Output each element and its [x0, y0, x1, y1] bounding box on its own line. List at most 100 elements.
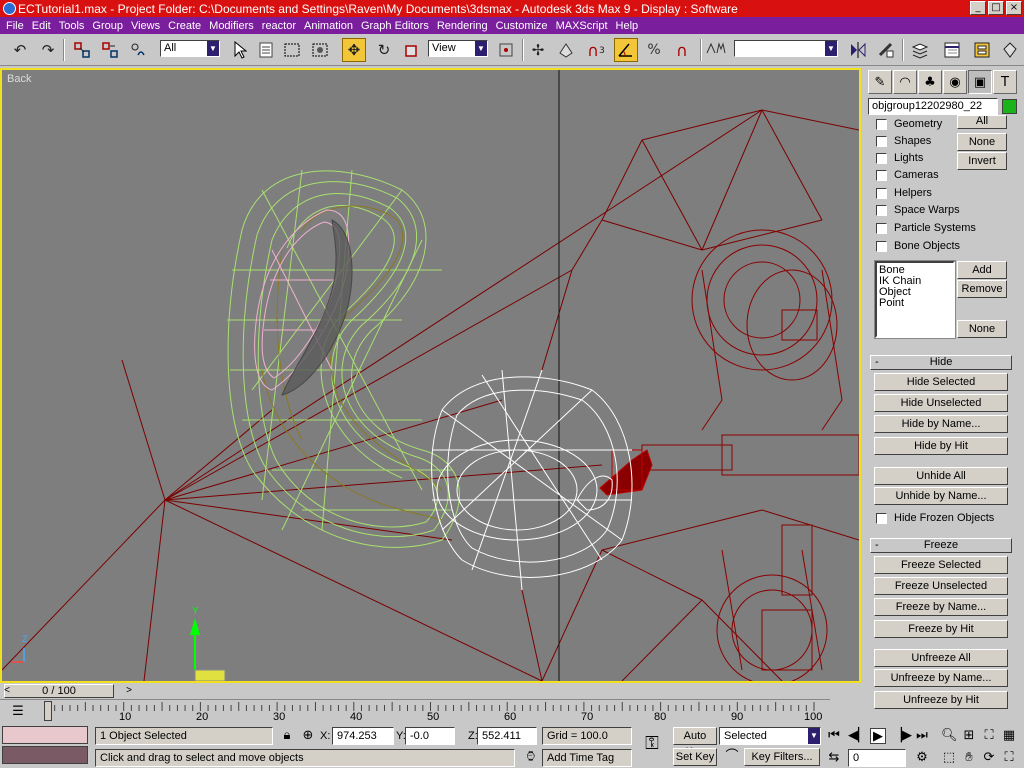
unhide-by-name-button[interactable]: Unhide by Name...	[874, 487, 1008, 505]
next-frame-arrow[interactable]: >	[122, 684, 136, 698]
time-tag-icon[interactable]: ⌚︎	[523, 750, 539, 766]
hide-rollout-header[interactable]: - Hide	[870, 355, 1012, 370]
absolute-mode-icon[interactable]: ⊕	[300, 728, 316, 744]
pan-view-icon[interactable]: ✋︎	[961, 750, 977, 766]
mini-curve-editor-icon[interactable]: ☰	[10, 704, 26, 720]
zoom-extents-icon[interactable]: ⛶	[981, 728, 997, 744]
arc-rotate-icon[interactable]: ⟳	[981, 750, 997, 766]
play-icon[interactable]: ▶	[870, 728, 886, 744]
menu-graph-editors[interactable]: Graph Editors	[357, 20, 433, 32]
track-bar[interactable]: ☰ 10 20 30 40 50 60 70 80 90 100	[0, 699, 830, 723]
category-particle-systems[interactable]: Particle Systems	[876, 220, 976, 236]
add-time-tag[interactable]: Add Time Tag	[542, 749, 632, 767]
time-marker[interactable]	[44, 701, 52, 721]
go-to-end-icon[interactable]: ⏭	[914, 728, 930, 744]
modify-tab-icon[interactable]: ◠	[893, 70, 917, 94]
select-and-manipulate-icon[interactable]: ✢	[526, 38, 550, 62]
checkbox[interactable]	[876, 152, 887, 164]
freeze-by-hit-button[interactable]: Freeze by Hit	[874, 620, 1008, 638]
list-none-button[interactable]: None	[957, 320, 1007, 338]
default-tangent-icon[interactable]: ⌒	[724, 749, 740, 765]
menu-views[interactable]: Views	[127, 20, 164, 32]
menu-maxscript[interactable]: MAXScript	[552, 20, 612, 32]
unfreeze-all-button[interactable]: Unfreeze All	[874, 649, 1008, 667]
link-icon[interactable]	[70, 38, 94, 62]
next-frame-icon[interactable]: ▕▶	[892, 728, 912, 744]
pivot-center-icon[interactable]	[494, 38, 518, 62]
freeze-unselected-button[interactable]: Freeze Unselected	[874, 577, 1008, 595]
hide-by-hit-button[interactable]: Hide by Hit	[874, 437, 1008, 455]
percent-snap-icon[interactable]: %	[642, 38, 666, 62]
category-helpers[interactable]: Helpers	[876, 185, 932, 201]
hide-by-name-button[interactable]: Hide by Name...	[874, 415, 1008, 433]
rectangle-selection-icon[interactable]	[280, 38, 304, 62]
material-editor-icon[interactable]	[970, 38, 994, 62]
hide-selected-button[interactable]: Hide Selected	[874, 373, 1008, 391]
key-mode-dropdown[interactable]: Selected ▼	[719, 727, 821, 745]
time-slider[interactable]: 0 / 100 < >	[0, 683, 861, 699]
named-selection-dropdown[interactable]: ▼	[734, 40, 838, 57]
close-button[interactable]: ×	[1006, 1, 1022, 15]
category-space-warps[interactable]: Space Warps	[876, 202, 960, 218]
selection-filter-dropdown[interactable]: All ▼	[160, 40, 220, 57]
display-tab-icon[interactable]: ▣	[968, 70, 992, 94]
menu-rendering[interactable]: Rendering	[433, 20, 492, 32]
zoom-all-icon[interactable]: ⊞	[961, 728, 977, 744]
angle-snap-icon[interactable]	[614, 38, 638, 62]
maximize-button[interactable]: □	[988, 1, 1004, 15]
viewport-label[interactable]: Back	[7, 73, 31, 85]
category-bone-objects[interactable]: Bone Objects	[876, 238, 960, 254]
add-button[interactable]: Add	[957, 261, 1007, 279]
all-button[interactable]: All	[957, 115, 1007, 129]
menu-reactor[interactable]: reactor	[258, 20, 300, 32]
select-and-scale-icon[interactable]	[400, 38, 424, 62]
select-by-name-icon[interactable]	[254, 38, 278, 62]
key-icon[interactable]: ⚿	[640, 735, 664, 753]
zoom-extents-all-icon[interactable]: ▦	[1001, 728, 1017, 744]
menu-help[interactable]: Help	[612, 20, 643, 32]
auto-key-button[interactable]: Auto Key	[673, 727, 717, 758]
menu-file[interactable]: File	[2, 20, 28, 32]
zoom-icon[interactable]: 🔍︎	[941, 728, 958, 744]
layer-manager-icon[interactable]	[908, 38, 932, 62]
create-tab-icon[interactable]: ✎	[868, 70, 892, 94]
maxscript-listener-mini-output[interactable]	[2, 746, 88, 764]
key-filters-button[interactable]: Key Filters...	[744, 748, 820, 766]
checkbox[interactable]	[876, 169, 887, 181]
checkbox[interactable]	[876, 118, 887, 130]
set-key-button[interactable]: Set Key	[673, 748, 717, 766]
menu-animation[interactable]: Animation	[300, 20, 357, 32]
none-button[interactable]: None	[957, 133, 1007, 151]
hide-unselected-button[interactable]: Hide Unselected	[874, 394, 1008, 412]
region-zoom-icon[interactable]: ⬚	[941, 750, 957, 766]
list-item[interactable]: Point	[879, 298, 951, 309]
redo-icon[interactable]: ↷	[36, 38, 60, 62]
curve-editor-icon[interactable]	[940, 38, 964, 62]
list-item[interactable]: IK Chain Object	[879, 276, 951, 298]
checkbox[interactable]	[876, 240, 887, 252]
unhide-all-button[interactable]: Unhide All	[874, 467, 1008, 485]
maxscript-listener-mini[interactable]	[2, 726, 88, 744]
mirror-icon[interactable]	[846, 38, 870, 62]
align-icon[interactable]	[874, 38, 898, 62]
menu-group[interactable]: Group	[88, 20, 127, 32]
menu-modifiers[interactable]: Modifiers	[205, 20, 258, 32]
time-slider-thumb[interactable]: 0 / 100	[4, 684, 114, 698]
remove-button[interactable]: Remove	[957, 280, 1007, 298]
object-color-swatch[interactable]	[1002, 99, 1017, 114]
freeze-by-name-button[interactable]: Freeze by Name...	[874, 598, 1008, 616]
y-coordinate-field[interactable]: -0.0	[405, 727, 455, 745]
unfreeze-by-hit-button[interactable]: Unfreeze by Hit	[874, 691, 1008, 709]
select-and-move-icon[interactable]: ✥	[342, 38, 366, 62]
current-frame-field[interactable]: 0	[848, 749, 906, 767]
motion-tab-icon[interactable]: ◉	[943, 70, 967, 94]
hide-frozen-objects-option[interactable]: Hide Frozen Objects	[876, 510, 994, 526]
undo-icon[interactable]: ↶	[8, 38, 32, 62]
object-name-field[interactable]: objgroup12202980_22	[868, 98, 998, 115]
key-mode-toggle-icon[interactable]: ⇆	[826, 750, 842, 766]
edit-named-selection-icon[interactable]	[704, 38, 728, 62]
category-cameras[interactable]: Cameras	[876, 167, 939, 183]
time-configuration-icon[interactable]: ⚙︎	[914, 750, 930, 766]
render-scene-icon[interactable]	[998, 38, 1022, 62]
hierarchy-tab-icon[interactable]: ♣	[918, 70, 942, 94]
